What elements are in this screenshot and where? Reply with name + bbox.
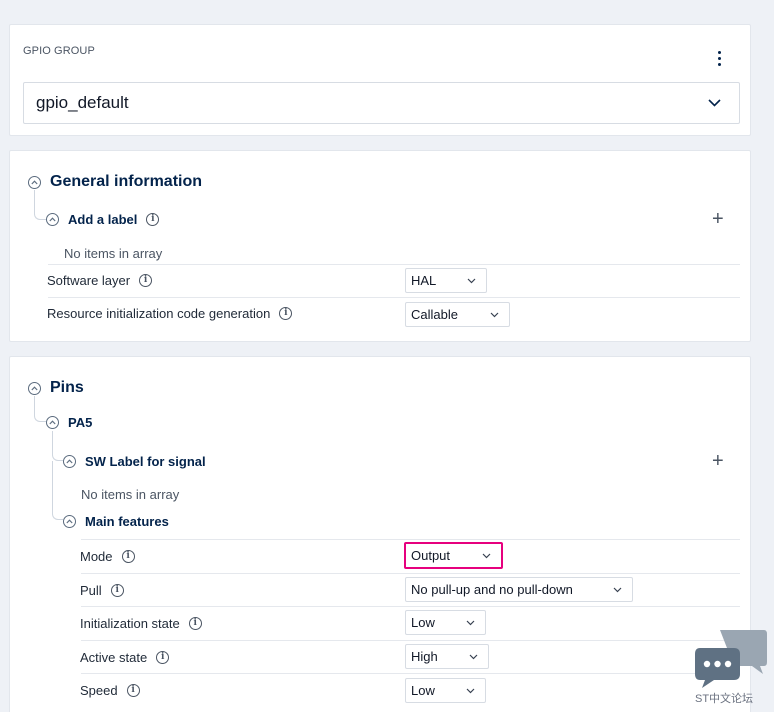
resource-init-select[interactable]: Callable — [405, 302, 510, 327]
divider — [48, 297, 740, 298]
mode-row: Mode i — [80, 549, 135, 564]
active-state-value: High — [411, 649, 438, 664]
tree-connector — [52, 431, 63, 461]
add-label-plus-icon[interactable]: + — [712, 209, 724, 229]
mode-value: Output — [411, 548, 451, 563]
pin-pa5-title: PA5 — [68, 415, 93, 430]
pins-card: Pins PA5 SW Label for signal + No items … — [9, 356, 751, 712]
software-layer-row: Software layer i — [47, 273, 153, 288]
resource-init-row: Resource initialization code generation … — [47, 306, 293, 321]
add-label-header[interactable]: Add a label i — [46, 212, 160, 227]
software-layer-select[interactable]: HAL — [405, 268, 487, 293]
divider — [81, 606, 740, 607]
kebab-menu-icon[interactable] — [711, 47, 727, 69]
divider — [81, 673, 740, 674]
gpio-group-label: GPIO GROUP — [23, 45, 95, 57]
general-information-title: General information — [50, 173, 203, 190]
software-layer-label: Software layer — [47, 273, 131, 288]
info-icon[interactable]: i — [126, 684, 140, 697]
init-state-select[interactable]: Low — [405, 610, 486, 635]
chevron-down-icon — [466, 620, 475, 625]
chevron-down-icon — [469, 654, 478, 659]
collapse-icon[interactable] — [46, 213, 59, 226]
pins-title: Pins — [50, 379, 84, 396]
gpio-group-card: GPIO GROUP gpio_default — [9, 24, 751, 136]
pull-label: Pull — [80, 583, 102, 598]
divider — [81, 573, 740, 574]
sw-label-empty-text: No items in array — [81, 487, 180, 502]
resource-init-label: Resource initialization code generation — [47, 306, 271, 321]
sw-label-header[interactable]: SW Label for signal — [63, 454, 206, 469]
main-features-header[interactable]: Main features — [63, 514, 169, 529]
collapse-icon[interactable] — [28, 175, 41, 189]
divider — [81, 640, 740, 641]
speed-label: Speed — [80, 683, 118, 698]
forum-watermark-text: ST中文论坛 — [695, 693, 754, 705]
resource-init-value: Callable — [411, 307, 458, 322]
pull-row: Pull i — [80, 583, 124, 598]
chevron-down-icon — [708, 99, 721, 107]
mode-label: Mode — [80, 549, 113, 564]
active-state-select[interactable]: High — [405, 644, 489, 669]
chevron-down-icon — [466, 688, 475, 693]
mode-select[interactable]: Output — [404, 542, 503, 569]
info-icon[interactable]: i — [156, 651, 170, 664]
pull-value: No pull-up and no pull-down — [411, 582, 573, 597]
info-icon[interactable]: i — [146, 213, 160, 226]
speed-value: Low — [411, 683, 435, 698]
init-state-row: Initialization state i — [80, 616, 202, 631]
sw-label-title: SW Label for signal — [85, 454, 206, 469]
chevron-down-icon — [482, 553, 491, 558]
pull-select[interactable]: No pull-up and no pull-down — [405, 577, 633, 602]
sw-label-plus-icon[interactable]: + — [712, 451, 724, 471]
collapse-icon[interactable] — [28, 381, 41, 395]
collapse-icon[interactable] — [46, 416, 59, 429]
collapse-icon[interactable] — [63, 455, 76, 468]
init-state-label: Initialization state — [80, 616, 180, 631]
tree-connector — [34, 396, 46, 422]
divider — [48, 264, 740, 265]
divider — [81, 539, 740, 540]
collapse-icon[interactable] — [63, 515, 76, 528]
tree-connector — [34, 190, 46, 220]
add-label-title: Add a label — [68, 212, 138, 227]
info-icon[interactable]: i — [279, 307, 293, 320]
info-icon[interactable]: i — [139, 274, 153, 287]
general-information-header[interactable]: General information — [28, 173, 202, 191]
init-state-value: Low — [411, 615, 435, 630]
chevron-down-icon — [467, 278, 476, 283]
general-information-card: General information Add a label i + No i… — [9, 150, 751, 342]
gpio-group-value: gpio_default — [36, 93, 129, 112]
speed-row: Speed i — [80, 683, 140, 698]
forum-chat-icon — [695, 630, 767, 688]
active-state-row: Active state i — [80, 650, 170, 665]
pin-pa5-header[interactable]: PA5 — [46, 415, 92, 430]
add-label-empty-text: No items in array — [64, 246, 163, 261]
active-state-label: Active state — [80, 650, 148, 665]
info-icon[interactable]: i — [110, 584, 124, 597]
info-icon[interactable]: i — [188, 617, 202, 630]
info-icon[interactable]: i — [121, 550, 135, 563]
pins-header[interactable]: Pins — [28, 379, 84, 397]
tree-connector — [52, 461, 63, 520]
main-features-title: Main features — [85, 514, 169, 529]
speed-select[interactable]: Low — [405, 678, 486, 703]
software-layer-value: HAL — [411, 273, 437, 288]
chevron-down-icon — [613, 587, 622, 592]
gpio-group-select[interactable]: gpio_default — [23, 82, 740, 124]
chevron-down-icon — [490, 312, 499, 317]
